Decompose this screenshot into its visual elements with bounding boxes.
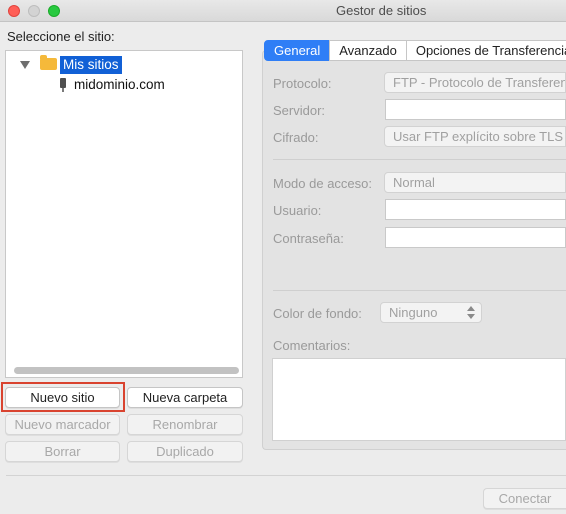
- divider: [6, 475, 566, 476]
- window-title: Gestor de sitios: [336, 3, 427, 18]
- server-label: Servidor:: [273, 103, 326, 118]
- server-field[interactable]: [385, 99, 566, 120]
- user-field[interactable]: [385, 199, 566, 220]
- encryption-label: Cifrado:: [273, 130, 319, 145]
- folder-icon: [40, 55, 57, 70]
- access-mode-select[interactable]: Normal: [384, 172, 566, 193]
- password-field[interactable]: [385, 227, 566, 248]
- new-folder-button[interactable]: Nueva carpeta: [127, 387, 243, 408]
- divider: [273, 159, 566, 160]
- tab-bar: General Avanzado Opciones de Transferenc…: [264, 40, 566, 62]
- connect-button[interactable]: Conectar: [483, 488, 566, 509]
- protocol-select[interactable]: FTP - Protocolo de Transferencia de Arch…: [384, 72, 566, 93]
- user-label: Usuario:: [273, 203, 322, 218]
- encryption-select[interactable]: Usar FTP explícito sobre TLS si está dis…: [384, 126, 566, 147]
- new-site-button[interactable]: Nuevo sitio: [5, 387, 120, 408]
- background-color-label: Color de fondo:: [273, 306, 362, 321]
- comments-label: Comentarios:: [273, 338, 351, 353]
- stepper-arrows-icon: [467, 306, 475, 319]
- horizontal-scrollbar[interactable]: [14, 367, 239, 374]
- expand-triangle-icon[interactable]: [20, 61, 30, 69]
- divider: [273, 290, 566, 291]
- tab-general[interactable]: General: [264, 40, 331, 61]
- background-color-value: Ninguno: [389, 305, 438, 320]
- duplicate-button[interactable]: Duplicado: [127, 441, 243, 462]
- tab-advanced[interactable]: Avanzado: [329, 40, 407, 61]
- background-color-select[interactable]: Ninguno: [380, 302, 482, 323]
- new-bookmark-button[interactable]: Nuevo marcador: [5, 414, 120, 435]
- protocol-label: Protocolo:: [273, 76, 332, 91]
- delete-button[interactable]: Borrar: [5, 441, 120, 462]
- title-bar: Gestor de sitios: [0, 0, 566, 22]
- tab-transfer-options[interactable]: Opciones de Transferencia: [405, 40, 566, 61]
- access-mode-label: Modo de acceso:: [273, 176, 373, 191]
- rename-button[interactable]: Renombrar: [127, 414, 243, 435]
- tree-item-my-sites[interactable]: Mis sitios: [60, 56, 122, 74]
- comments-field[interactable]: [272, 358, 566, 441]
- select-site-label: Seleccione el sitio:: [7, 29, 115, 44]
- tree-item-site[interactable]: midominio.com: [74, 77, 165, 92]
- server-icon: [60, 78, 66, 92]
- password-label: Contraseña:: [273, 231, 344, 246]
- site-tree[interactable]: Mis sitios midominio.com: [5, 50, 243, 378]
